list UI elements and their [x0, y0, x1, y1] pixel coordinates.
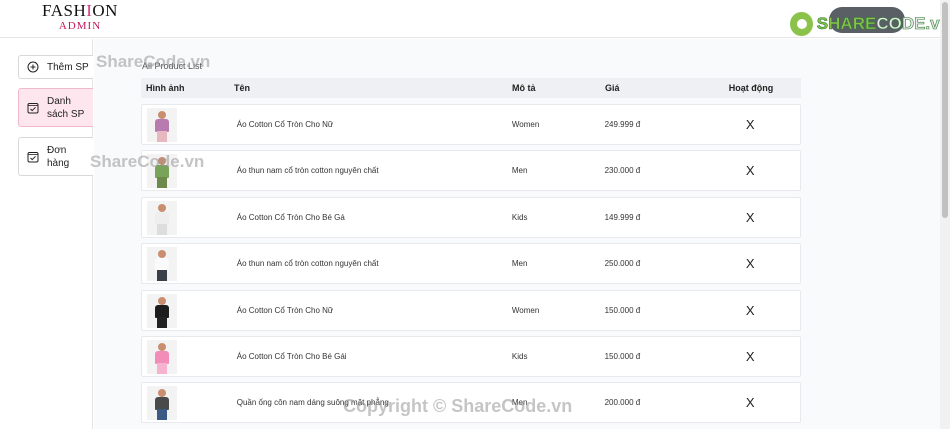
table-row: Áo Cotton Cổ Tròn Cho Nữ Women 150.000 đ X [141, 290, 801, 331]
product-name: Áo Cotton Cổ Tròn Cho Nữ [236, 306, 334, 315]
product-image [147, 107, 177, 142]
brand-text-b: CODE.vn [876, 14, 950, 34]
column-header-action: Hoạt động [728, 83, 774, 93]
product-image-cell [142, 200, 235, 235]
product-image-cell [142, 339, 235, 374]
product-price: 150.000 đ [604, 352, 641, 361]
watermark: ShareCode.vn [96, 52, 211, 71]
product-image [147, 293, 177, 328]
product-name: Áo Cotton Cổ Tròn Cho Bé Gá [236, 213, 345, 222]
checklist-icon [27, 102, 39, 113]
delete-button[interactable]: X [700, 349, 800, 364]
product-description: Women [511, 120, 540, 129]
product-image [147, 200, 177, 235]
scrollbar-thumb[interactable] [942, 2, 948, 218]
sidebar-item-add-product[interactable]: Thêm SP [18, 55, 93, 79]
brand-text-a: SHARE [816, 14, 877, 34]
delete-button[interactable]: X [700, 395, 800, 410]
delete-button[interactable]: X [700, 117, 800, 132]
checklist-icon [27, 151, 39, 162]
table-row: Áo thun nam cổ tròn cotton nguyên chất Me… [141, 243, 801, 284]
logo[interactable]: FASHION ADMIN [36, 2, 124, 36]
delete-button[interactable]: X [700, 210, 800, 225]
table-row: Áo thun nam cổ tròn cotton nguyên chất Me… [141, 150, 801, 191]
table-row: Áo Cotton Cổ Tròn Cho Nữ Women 249.999 đ X [141, 104, 801, 145]
watermark: ShareCode.vn [90, 152, 205, 171]
product-image [147, 339, 177, 374]
sharecode-brand: SHARECODE.vn [790, 10, 950, 38]
product-description: Kids [511, 352, 528, 361]
product-name: Áo Cotton Cổ Tròn Cho Bé Gái [236, 352, 347, 361]
product-name: Áo Cotton Cổ Tròn Cho Nữ [236, 120, 334, 129]
product-image [147, 385, 177, 420]
logo-subtitle: ADMIN [58, 20, 102, 32]
column-header-description: Mô tả [512, 83, 536, 93]
top-bar: FASHION ADMIN SHARECODE.vn [0, 0, 950, 38]
sharecode-logo-icon [790, 12, 813, 36]
table-row: Áo Cotton Cổ Tròn Cho Bé Gá Kids 149.999 đ… [141, 197, 801, 238]
main-content: All Product List Hình ảnh Tên Mô tả Giá … [94, 39, 940, 429]
sidebar-item-product-list[interactable]: Danh sách SP [18, 88, 93, 127]
logo-text-a: FASH [42, 1, 87, 20]
product-description: Kids [511, 213, 528, 222]
product-description: Men [511, 166, 528, 175]
product-price: 149.999 đ [604, 213, 641, 222]
column-header-name: Tên [234, 83, 251, 93]
product-price: 200.000 đ [604, 398, 641, 407]
table-row: Áo Cotton Cổ Tròn Cho Bé Gái Kids 150.000 … [141, 336, 801, 377]
sidebar-item-label: Danh sách SP [47, 95, 85, 120]
sidebar-item-label: Đơn hàng [47, 144, 70, 169]
delete-button[interactable]: X [700, 163, 800, 178]
product-image-cell [142, 293, 235, 328]
sidebar: Thêm SP Danh sách SP Đơn hàng [0, 39, 93, 429]
delete-button[interactable]: X [700, 303, 800, 318]
product-image-cell [142, 107, 235, 142]
table-header: Hình ảnh Tên Mô tả Giá Hoạt động [141, 78, 801, 98]
product-description: Men [511, 259, 528, 268]
product-image [147, 246, 177, 281]
sidebar-item-label: Thêm SP [47, 61, 89, 73]
plus-circle-icon [27, 61, 39, 73]
scrollbar[interactable] [940, 0, 950, 429]
sidebar-item-orders[interactable]: Đơn hàng [18, 137, 93, 176]
product-image-cell [142, 385, 235, 420]
product-name: Áo thun nam cổ tròn cotton nguyên chất [236, 259, 379, 268]
logo-text-c: ON [92, 1, 118, 20]
product-price: 249.999 đ [604, 120, 641, 129]
product-price: 150.000 đ [604, 306, 641, 315]
product-description: Women [511, 306, 540, 315]
column-header-price: Giá [605, 83, 620, 93]
delete-button[interactable]: X [700, 256, 800, 271]
product-image-cell [142, 246, 235, 281]
watermark: Copyright © ShareCode.vn [343, 396, 573, 416]
column-header-image: Hình ảnh [146, 83, 185, 93]
product-name: Áo thun nam cổ tròn cotton nguyên chất [236, 166, 379, 175]
product-price: 250.000 đ [604, 259, 641, 268]
product-price: 230.000 đ [604, 166, 641, 175]
